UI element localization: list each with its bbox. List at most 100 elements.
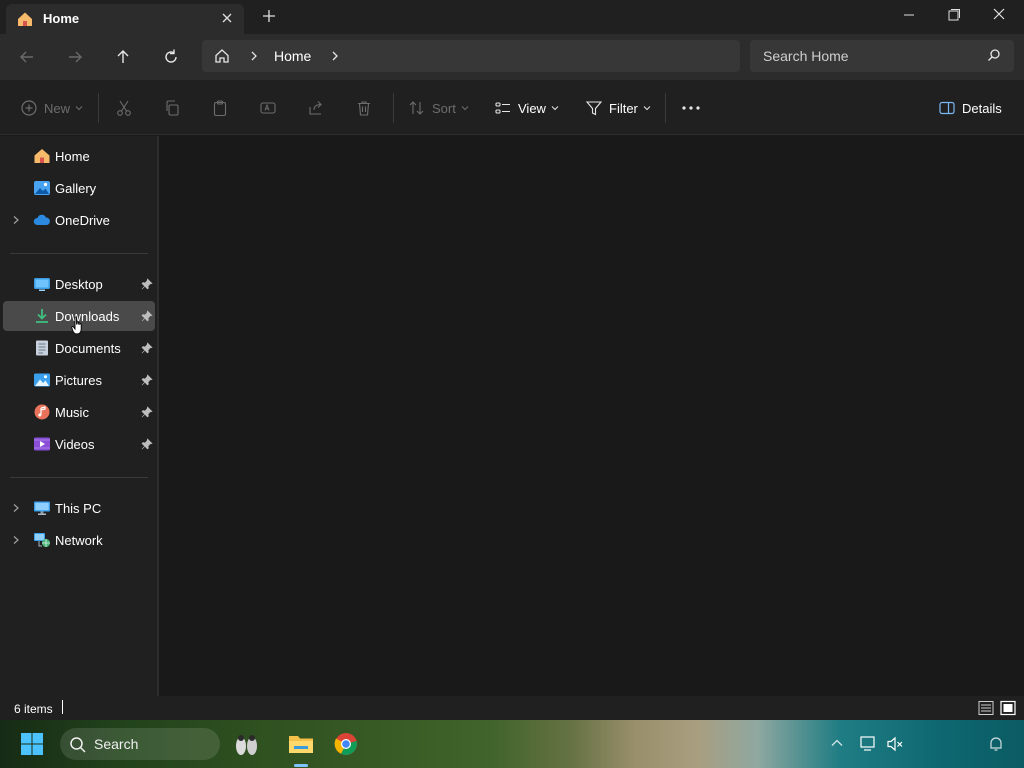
- sidebar-item-pictures[interactable]: Pictures: [3, 365, 155, 395]
- tiles-view-button[interactable]: [1000, 700, 1016, 716]
- network-status-icon[interactable]: [860, 735, 878, 753]
- rename-button[interactable]: [259, 98, 277, 118]
- filter-button[interactable]: Filter: [585, 98, 651, 118]
- view-button[interactable]: View: [494, 98, 559, 118]
- copy-icon: [166, 100, 179, 116]
- more-options-button[interactable]: [681, 98, 701, 118]
- pin-icon[interactable]: [141, 278, 153, 290]
- breadcrumb-home[interactable]: Home: [274, 48, 311, 64]
- pin-icon[interactable]: [141, 310, 153, 322]
- large-icons-view-icon: [1000, 700, 1016, 716]
- minimize-button[interactable]: [898, 6, 920, 24]
- new-tab-button[interactable]: [261, 8, 277, 24]
- volume-muted-icon[interactable]: [886, 735, 904, 753]
- sidebar-item-label: OneDrive: [55, 213, 110, 228]
- separator: [665, 93, 666, 123]
- sidebar-item-videos[interactable]: Videos: [3, 429, 155, 459]
- up-button[interactable]: [113, 47, 133, 67]
- share-icon: [309, 101, 322, 115]
- chrome-taskbar-icon[interactable]: [334, 732, 358, 756]
- sidebar-item-label: Pictures: [55, 373, 102, 388]
- sort-button[interactable]: Sort: [408, 98, 469, 118]
- sidebar-item-label: Network: [55, 533, 103, 548]
- search-icon[interactable]: [987, 48, 1001, 62]
- details-view-button[interactable]: [978, 700, 994, 716]
- clipboard-icon: [213, 100, 227, 117]
- plus-circle-icon: [20, 99, 38, 117]
- pin-icon[interactable]: [141, 342, 153, 354]
- copy-button[interactable]: [163, 98, 181, 118]
- forward-button[interactable]: [65, 47, 85, 67]
- scissors-icon: [117, 100, 131, 116]
- chevron-right-icon[interactable]: [248, 50, 260, 62]
- network-icon: [33, 532, 51, 548]
- videos-folder-icon: [33, 436, 51, 452]
- taskbar-search[interactable]: Search: [60, 728, 220, 760]
- tab-home[interactable]: Home: [6, 4, 244, 34]
- sidebar-item-label: Videos: [55, 437, 95, 452]
- this-pc-icon: [33, 500, 51, 516]
- file-explorer-taskbar-icon[interactable]: [288, 732, 314, 756]
- chevron-down-icon: [643, 104, 651, 112]
- sidebar-divider: [10, 253, 148, 254]
- onedrive-icon: [33, 212, 51, 228]
- refresh-button[interactable]: [161, 47, 181, 67]
- search-input[interactable]: Search Home: [750, 40, 1014, 72]
- details-pane-icon: [938, 99, 956, 117]
- restore-button[interactable]: [943, 6, 965, 24]
- navigation-row: Home Search Home: [0, 34, 1024, 80]
- filter-label: Filter: [609, 100, 638, 116]
- home-icon: [16, 10, 34, 28]
- downloads-folder-icon: [33, 308, 51, 324]
- back-button[interactable]: [17, 47, 37, 67]
- sidebar-item-documents[interactable]: Documents: [3, 333, 155, 363]
- address-bar[interactable]: Home: [202, 40, 740, 72]
- close-window-button[interactable]: [988, 6, 1010, 24]
- search-icon: [69, 736, 87, 754]
- chevron-down-icon: [461, 104, 469, 112]
- chevron-right-icon[interactable]: [11, 215, 21, 225]
- home-outline-icon[interactable]: [213, 47, 231, 65]
- sidebar-item-onedrive[interactable]: OneDrive: [3, 205, 155, 235]
- sort-label: Sort: [432, 100, 456, 116]
- details-label: Details: [962, 100, 1002, 116]
- sidebar-item-this-pc[interactable]: This PC: [3, 493, 155, 523]
- windows-start-icon[interactable]: [20, 732, 44, 756]
- sidebar-item-desktop[interactable]: Desktop: [3, 269, 155, 299]
- sort-icon: [408, 99, 426, 117]
- separator: [393, 93, 394, 123]
- sidebar-item-network[interactable]: Network: [3, 525, 155, 555]
- details-view-icon: [978, 701, 994, 715]
- chevron-right-icon[interactable]: [11, 503, 21, 513]
- pin-icon[interactable]: [141, 374, 153, 386]
- separator: [98, 93, 99, 123]
- close-tab-icon[interactable]: [220, 11, 234, 25]
- pin-icon[interactable]: [141, 406, 153, 418]
- new-label: New: [44, 100, 71, 116]
- desktop-folder-icon: [33, 276, 51, 292]
- notification-icon[interactable]: [988, 736, 1004, 752]
- chevron-right-icon[interactable]: [329, 50, 341, 62]
- widgets-icon[interactable]: [230, 730, 264, 758]
- new-button[interactable]: New: [20, 98, 83, 118]
- cut-button[interactable]: [115, 98, 133, 118]
- paste-button[interactable]: [211, 98, 229, 118]
- share-button[interactable]: [307, 98, 325, 118]
- sidebar-item-gallery[interactable]: Gallery: [3, 173, 155, 203]
- view-list-icon: [494, 99, 512, 117]
- chevron-right-icon[interactable]: [11, 535, 21, 545]
- delete-button[interactable]: [355, 98, 373, 118]
- chevron-up-icon[interactable]: [830, 736, 844, 750]
- pictures-folder-icon: [33, 372, 51, 388]
- sidebar-item-home[interactable]: Home: [3, 141, 155, 171]
- mouse-cursor-icon: [71, 316, 85, 336]
- chevron-down-icon: [75, 104, 83, 112]
- file-list-area[interactable]: [159, 136, 1024, 696]
- status-separator: [62, 700, 63, 714]
- pin-icon[interactable]: [141, 438, 153, 450]
- view-label: View: [518, 100, 546, 116]
- sidebar-item-music[interactable]: Music: [3, 397, 155, 427]
- details-button[interactable]: Details: [938, 98, 1002, 118]
- sidebar-item-label: Documents: [55, 341, 121, 356]
- sidebar-item-label: Music: [55, 405, 89, 420]
